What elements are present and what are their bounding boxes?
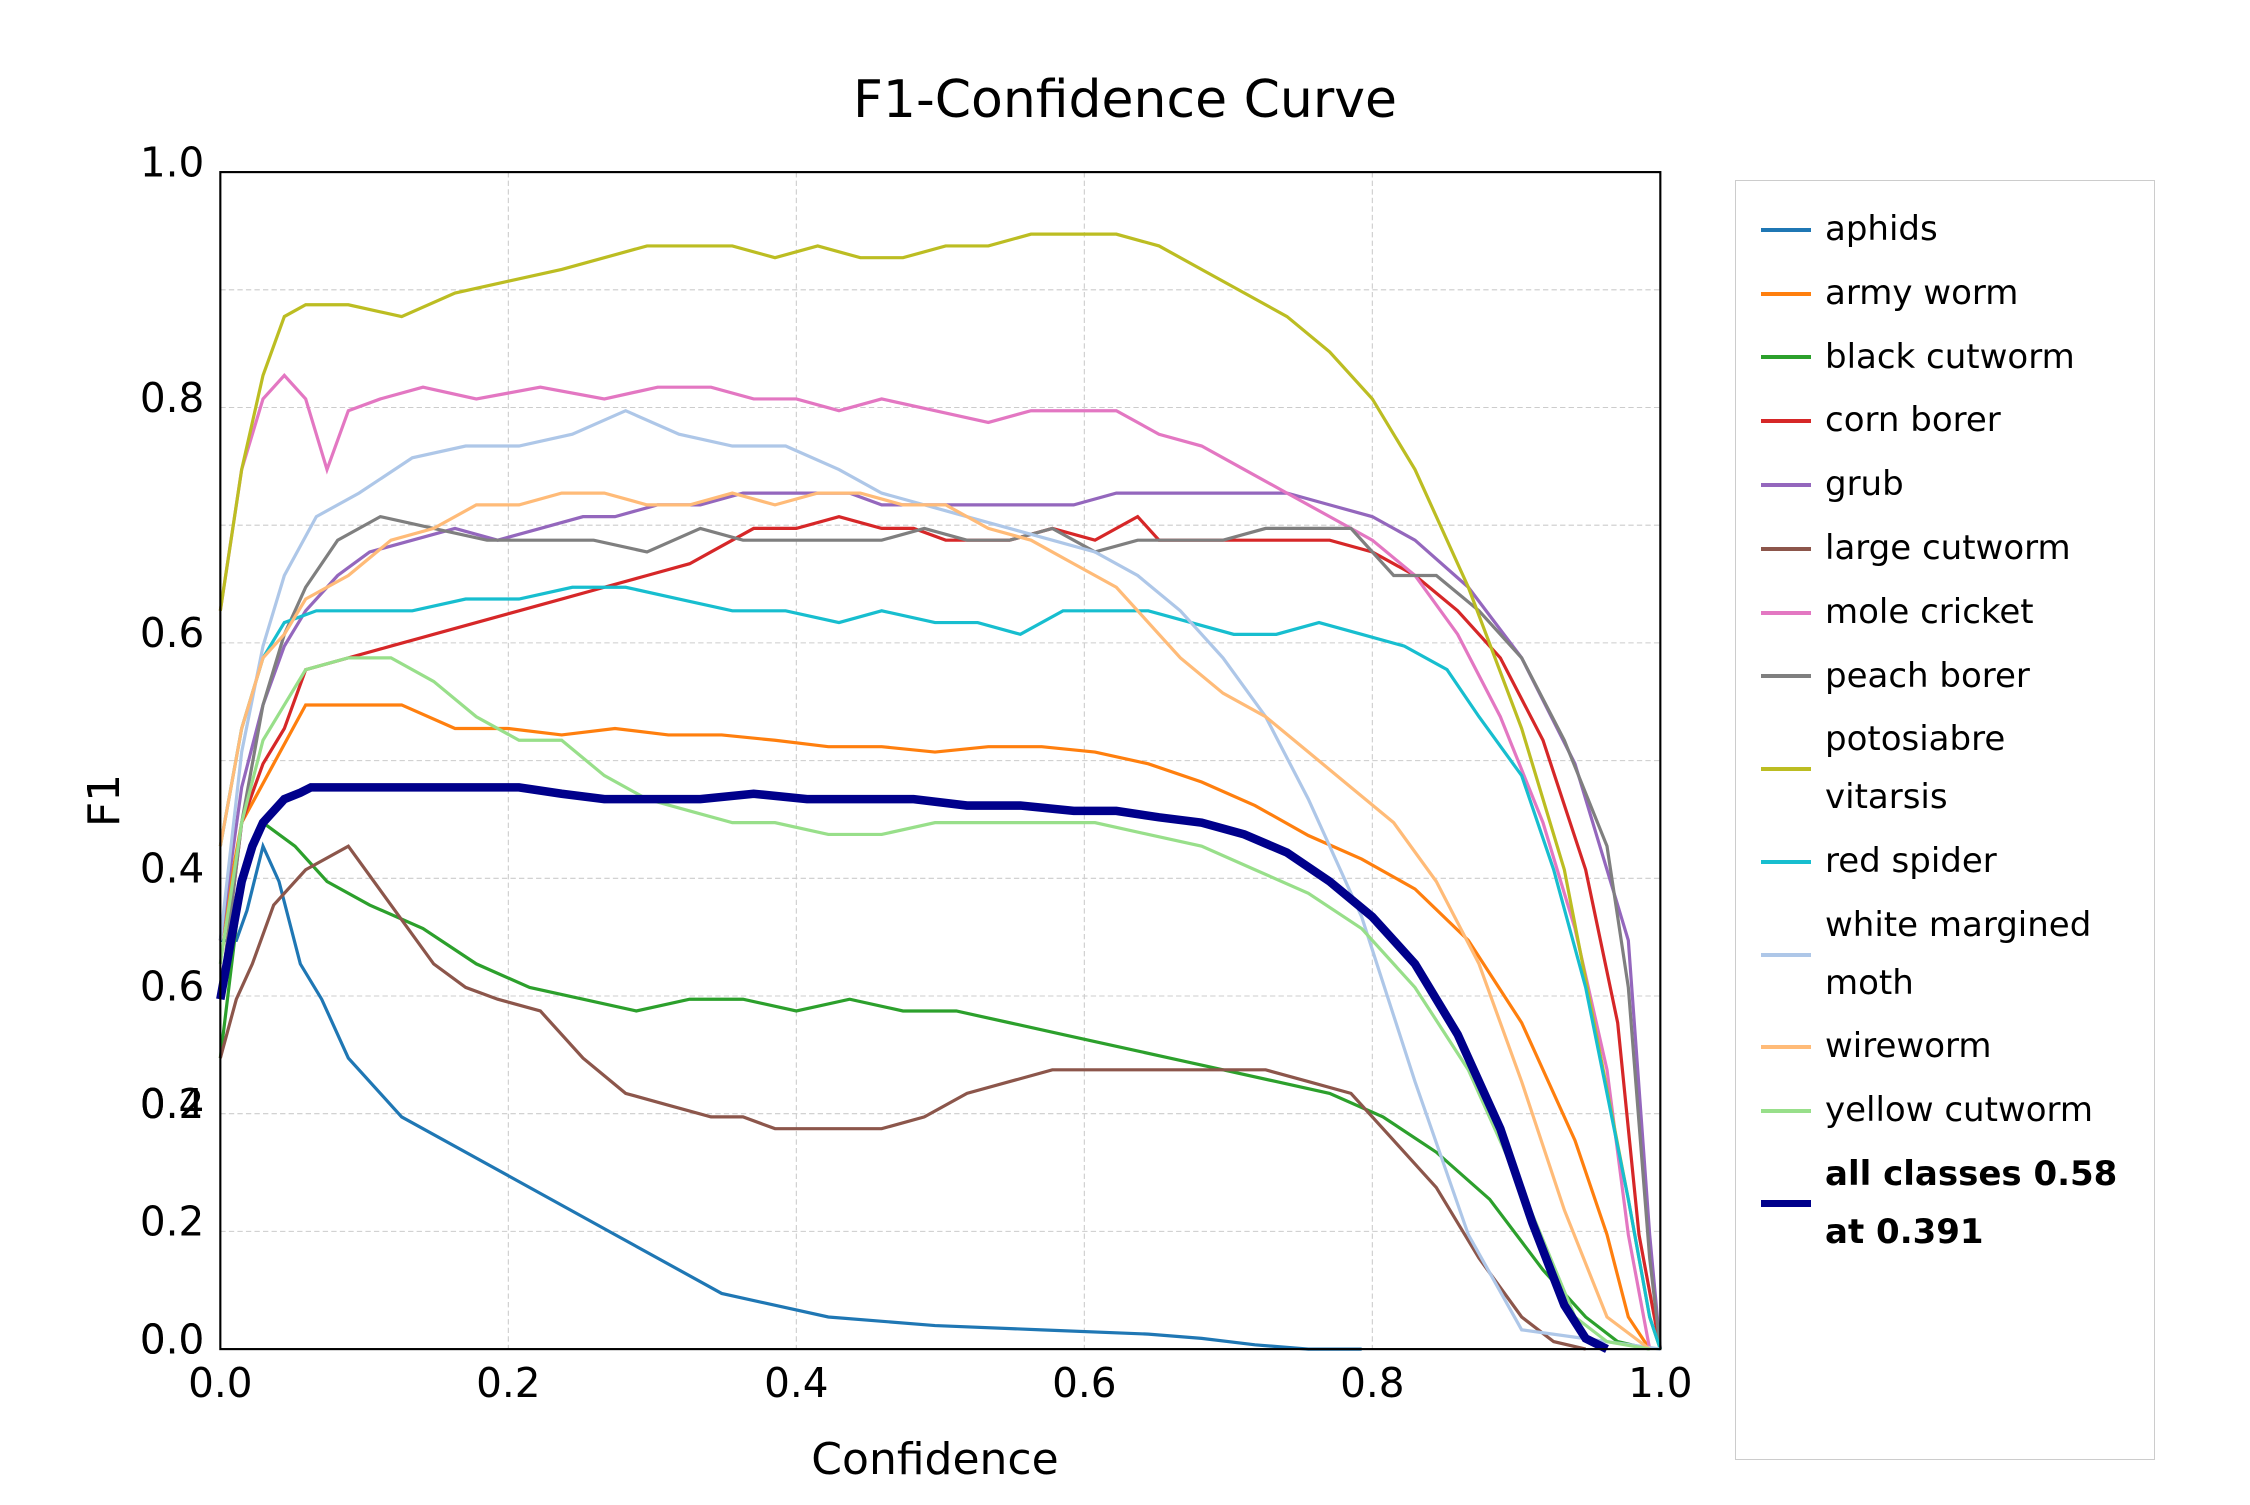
legend-label: all classes 0.58 at 0.391 [1825, 1146, 2129, 1262]
svg-text:0.8: 0.8 [140, 374, 204, 422]
chart-container: F1-Confidence Curve F1 [75, 50, 2175, 1450]
legend-item: peach borer [1761, 648, 2129, 706]
legend-line [1761, 1200, 1811, 1207]
svg-text:0.4: 0.4 [764, 1359, 828, 1407]
legend-item: black cutworm [1761, 329, 2129, 387]
legend-line [1761, 292, 1811, 296]
legend-line [1761, 1045, 1811, 1049]
svg-text:1.0: 1.0 [1628, 1359, 1692, 1407]
plot-and-legend: 0.0 0.2 0.4 0.6 ov 0.0 0.2 0.4 0.6 0.8 1 [135, 140, 2175, 1460]
legend-item: all classes 0.58 at 0.391 [1761, 1146, 2129, 1262]
legend-label: aphids [1825, 201, 1938, 259]
legend-line [1761, 483, 1811, 487]
svg-text:0.2: 0.2 [140, 1080, 204, 1128]
legend-line [1761, 355, 1811, 359]
legend-item: grub [1761, 456, 2129, 514]
legend-item: mole cricket [1761, 584, 2129, 642]
legend-item: red spider [1761, 833, 2129, 891]
svg-text:1.0: 1.0 [140, 140, 204, 186]
legend-line [1761, 860, 1811, 864]
legend-line [1761, 767, 1811, 771]
x-axis-label: Confidence [135, 1424, 1735, 1505]
legend-label: potosiabre vitarsis [1825, 711, 2129, 827]
legend-label: wireworm [1825, 1018, 1992, 1076]
legend-label: mole cricket [1825, 584, 2034, 642]
legend-item: aphids [1761, 201, 2129, 259]
y-axis-label-container: F1 [75, 140, 135, 1460]
svg-text:0.6: 0.6 [1052, 1359, 1116, 1407]
legend-label: red spider [1825, 833, 1997, 891]
legend-item: wireworm [1761, 1018, 2129, 1076]
svg-text:0.6: 0.6 [140, 962, 204, 1010]
legend-line [1761, 611, 1811, 615]
legend-line [1761, 953, 1811, 957]
legend-item: white margined moth [1761, 897, 2129, 1013]
y-axis-label: F1 [80, 773, 131, 826]
svg-text:0.2: 0.2 [140, 1198, 204, 1246]
legend-label: white margined moth [1825, 897, 2129, 1013]
legend-label: large cutworm [1825, 520, 2071, 578]
legend-line [1761, 674, 1811, 678]
legend-line [1761, 1109, 1811, 1113]
legend-line [1761, 228, 1811, 232]
svg-text:0.4: 0.4 [140, 845, 204, 893]
legend-label: black cutworm [1825, 329, 2075, 387]
svg-text:0.8: 0.8 [1340, 1359, 1404, 1407]
legend-label: army worm [1825, 265, 2018, 323]
chart-title: F1-Confidence Curve [75, 50, 2175, 130]
svg-text:0.6: 0.6 [140, 609, 204, 657]
legend-line [1761, 547, 1811, 551]
svg-text:0.0: 0.0 [140, 1315, 204, 1363]
plot-wrapper: 0.0 0.2 0.4 0.6 ov 0.0 0.2 0.4 0.6 0.8 1 [135, 140, 1735, 1460]
legend-item: corn borer [1761, 392, 2129, 450]
plot-svg-container: 0.0 0.2 0.4 0.6 ov 0.0 0.2 0.4 0.6 0.8 1 [135, 140, 1735, 1424]
legend-label: yellow cutworm [1825, 1082, 2093, 1140]
legend-item: potosiabre vitarsis [1761, 711, 2129, 827]
svg-text:0.2: 0.2 [476, 1359, 540, 1407]
chart-svg: 0.0 0.2 0.4 0.6 ov 0.0 0.2 0.4 0.6 0.8 1 [135, 140, 1735, 1424]
legend-label: grub [1825, 456, 1904, 514]
legend-line [1761, 419, 1811, 423]
legend-item: yellow cutworm [1761, 1082, 2129, 1140]
legend-item: army worm [1761, 265, 2129, 323]
legend-label: corn borer [1825, 392, 2001, 450]
chart-area: F1 [75, 140, 2175, 1460]
legend-item: large cutworm [1761, 520, 2129, 578]
svg-text:0.0: 0.0 [188, 1359, 252, 1407]
legend: aphids army worm black cutwormcorn borer gr… [1735, 180, 2155, 1460]
legend-label: peach borer [1825, 648, 2030, 706]
